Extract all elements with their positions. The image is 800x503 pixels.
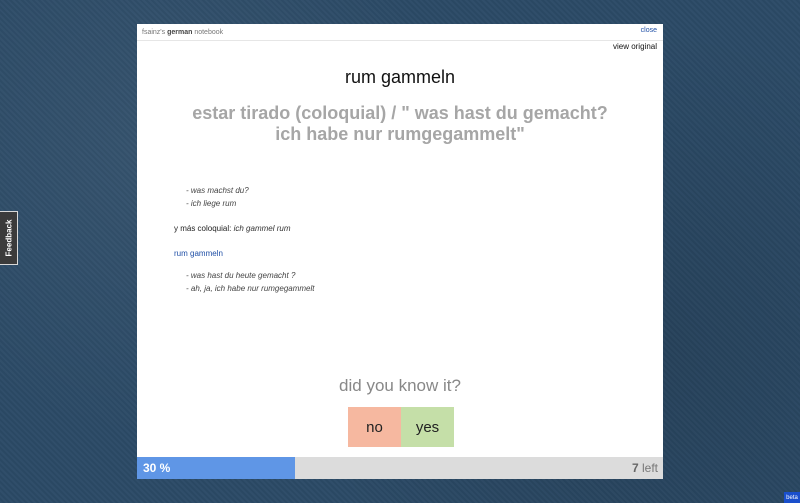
cards-left: 7 left (632, 461, 658, 475)
progress-bar: 30 % 7 left (137, 457, 663, 479)
card-translation: estar tirado (coloquial) / " was hast du… (192, 103, 608, 144)
cards-left-label: left (638, 461, 658, 475)
brand-suffix: notebook (194, 29, 224, 36)
view-original-link[interactable]: view original (613, 42, 657, 51)
brand-language: german (167, 29, 193, 36)
cards-left-count: 7 (631, 461, 639, 475)
close-link[interactable]: close (641, 27, 657, 34)
notebook-brand: fsainz's german notebook (142, 29, 223, 36)
example-line: - was hast du heute gemacht ? (186, 271, 296, 280)
example-line: - was machst du? (186, 186, 249, 195)
quiz-question: did you know it? (339, 376, 461, 395)
brand-prefix: fsainz's (142, 29, 166, 36)
card-notes: - was machst du? - ich liege rum y más c… (174, 184, 315, 295)
card-topbar: fsainz's german notebook close (137, 24, 663, 41)
flashcard: fsainz's german notebook close view orig… (137, 24, 663, 479)
progress-percent: 30 % (143, 461, 171, 475)
beta-badge[interactable]: beta (784, 492, 800, 503)
yes-button[interactable]: yes (401, 407, 454, 447)
feedback-label: Feedback (4, 219, 13, 257)
card-word: rum gammeln (344, 67, 456, 87)
colloquial-prefix: y más coloquial: (174, 224, 234, 233)
example-line: - ich liege rum (186, 199, 237, 208)
example-line: - ah, ja, ich habe nur rumgegammelt (186, 284, 315, 293)
feedback-tab[interactable]: Feedback (0, 211, 18, 265)
colloquial-phrase: ich gammel rum (233, 224, 291, 233)
colloquial-note: y más coloquial: ich gammel rum (174, 222, 315, 235)
no-button[interactable]: no (348, 407, 401, 447)
related-word-link[interactable]: rum gammeln (174, 247, 315, 260)
